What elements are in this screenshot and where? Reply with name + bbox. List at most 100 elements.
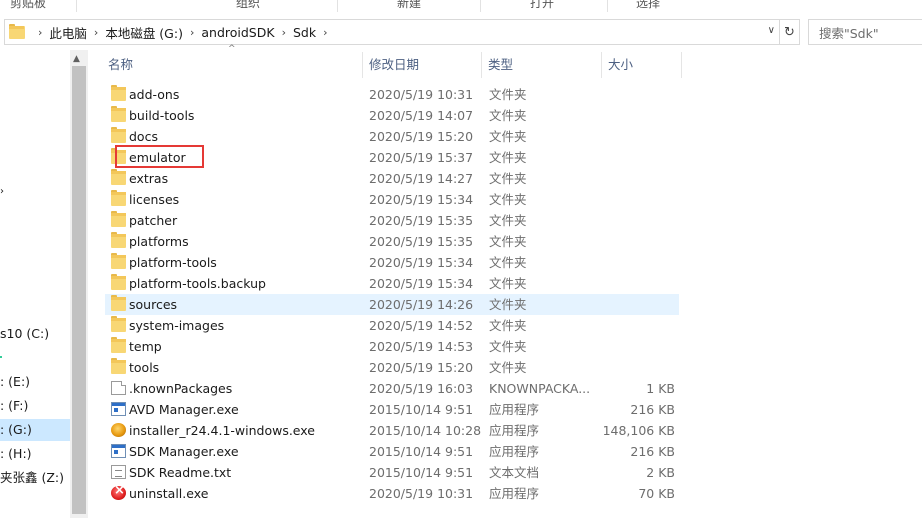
chevron-down-icon[interactable]: ∨: [768, 25, 775, 36]
breadcrumb-drive-g[interactable]: 本地磁盘 (G:): [105, 23, 183, 42]
nav-item-drive-h[interactable]: : (H:): [0, 443, 70, 465]
file-name: installer_r24.4.1-windows.exe: [129, 423, 315, 438]
ribbon-group-new: 新建: [397, 0, 422, 10]
nav-item-drive-c[interactable]: s10 (C:): [0, 323, 70, 345]
breadcrumb-sdk[interactable]: Sdk: [293, 25, 316, 40]
file-row[interactable]: uninstall.exe 2020/5/19 10:31 应用程序 70 KB: [105, 483, 679, 504]
file-type: 文件夹: [489, 171, 527, 186]
column-divider[interactable]: [362, 52, 363, 78]
file-row[interactable]: build-tools 2020/5/19 14:07 文件夹: [105, 105, 679, 126]
file-row[interactable]: tools 2020/5/19 15:20 文件夹: [105, 357, 679, 378]
file-row[interactable]: sources 2020/5/19 14:26 文件夹: [105, 294, 679, 315]
file-size: 70 KB: [638, 486, 675, 501]
file-name: SDK Manager.exe: [129, 444, 239, 459]
file-row[interactable]: docs 2020/5/19 15:20 文件夹: [105, 126, 679, 147]
ribbon-group-labels: 剪贴板 组织 新建 打开 选择: [0, 0, 922, 12]
ribbon-separator: [480, 0, 481, 12]
folder-icon: [111, 211, 126, 227]
nav-scrollbar[interactable]: ▲: [70, 50, 88, 518]
file-row[interactable]: installer_r24.4.1-windows.exe 2015/10/14 …: [105, 420, 679, 441]
folder-icon: [111, 337, 126, 353]
search-input[interactable]: 搜索"Sdk": [808, 19, 922, 45]
file-name: system-images: [129, 318, 225, 333]
chevron-right-icon[interactable]: ›: [323, 26, 327, 39]
file-size: 216 KB: [630, 444, 675, 459]
file-type: 文件夹: [489, 213, 527, 228]
folder-icon: [111, 253, 126, 269]
uninstall-icon: [111, 483, 126, 500]
file-date: 2020/5/19 15:34: [369, 192, 474, 207]
file-row[interactable]: temp 2020/5/19 14:53 文件夹: [105, 336, 679, 357]
column-divider[interactable]: [601, 52, 602, 78]
nav-item-drive-f[interactable]: : (F:): [0, 395, 70, 417]
column-divider[interactable]: [481, 52, 482, 78]
file-row[interactable]: AVD Manager.exe 2015/10/14 9:51 应用程序 216 KB: [105, 399, 679, 420]
folder-icon: [111, 295, 126, 311]
file-name: patcher: [129, 213, 178, 228]
file-type: 文本文档: [489, 465, 540, 480]
highlight-box: [115, 145, 204, 168]
column-header-date[interactable]: 修改日期: [369, 52, 481, 78]
file-row[interactable]: SDK Readme.txt 2015/10/14 9:51 文本文档 2 KB: [105, 462, 679, 483]
file-name: platform-tools.backup: [129, 276, 266, 291]
file-type: 应用程序: [489, 486, 540, 501]
file-row[interactable]: .knownPackages 2020/5/19 16:03 KNOWNPACKA.…: [105, 378, 679, 399]
file-row[interactable]: patcher 2020/5/19 15:35 文件夹: [105, 210, 679, 231]
nav-item-drive-g[interactable]: : (G:): [0, 419, 70, 441]
file-row[interactable]: platform-tools.backup 2020/5/19 15:34 文件夹: [105, 273, 679, 294]
app-icon: [111, 444, 126, 458]
scroll-up-icon[interactable]: ▲: [73, 54, 80, 64]
breadcrumb-androidsdk[interactable]: androidSDK: [201, 25, 274, 40]
file-date: 2020/5/19 14:27: [369, 171, 474, 186]
column-header-type[interactable]: 类型: [488, 52, 600, 78]
column-divider[interactable]: [681, 52, 682, 78]
file-row[interactable]: platform-tools 2020/5/19 15:34 文件夹: [105, 252, 679, 273]
chevron-right-icon[interactable]: ›: [282, 26, 286, 39]
file-row[interactable]: platforms 2020/5/19 15:35 文件夹: [105, 231, 679, 252]
file-row[interactable]: SDK Manager.exe 2015/10/14 9:51 应用程序 216 KB: [105, 441, 679, 462]
ribbon-group-organize: 组织: [236, 0, 261, 10]
file-date: 2015/10/14 9:51: [369, 465, 474, 480]
column-header-name[interactable]: 名称: [108, 52, 360, 78]
file-date: 2020/5/19 15:35: [369, 234, 474, 249]
nav-partial-glyph: ›: [0, 186, 4, 197]
file-date: 2020/5/19 15:37: [369, 150, 474, 165]
nav-item-drive-z[interactable]: 夹张鑫 (Z:): [0, 467, 70, 489]
file-date: 2020/5/19 15:20: [369, 360, 474, 375]
file-date: 2020/5/19 10:31: [369, 87, 474, 102]
file-row[interactable]: system-images 2020/5/19 14:52 文件夹: [105, 315, 679, 336]
nav-item-drive-e[interactable]: : (E:): [0, 371, 70, 393]
file-date: 2020/5/19 14:53: [369, 339, 474, 354]
file-name: licenses: [129, 192, 180, 207]
file-row[interactable]: extras 2020/5/19 14:27 文件夹: [105, 168, 679, 189]
drive-usage-indicator: [0, 356, 2, 358]
file-row[interactable]: add-ons 2020/5/19 10:31 文件夹: [105, 84, 679, 105]
file-row[interactable]: licenses 2020/5/19 15:34 文件夹: [105, 189, 679, 210]
file-date: 2020/5/19 14:26: [369, 297, 474, 312]
breadcrumb-this-pc[interactable]: 此电脑: [49, 23, 87, 42]
refresh-icon: ↻: [784, 24, 795, 40]
folder-icon: [111, 190, 126, 206]
file-type: 文件夹: [489, 297, 527, 312]
column-header-size[interactable]: 大小: [608, 52, 680, 78]
file-name: .knownPackages: [129, 381, 233, 396]
file-type: 文件夹: [489, 276, 527, 291]
chevron-right-icon[interactable]: ›: [190, 26, 194, 39]
address-bar[interactable]: › 此电脑 › 本地磁盘 (G:) › androidSDK › Sdk › ∨: [4, 19, 780, 45]
file-date: 2020/5/19 15:20: [369, 129, 474, 144]
file-name: add-ons: [129, 87, 180, 102]
file-name: sources: [129, 297, 178, 312]
installer-icon: [111, 423, 126, 437]
folder-icon: [111, 169, 126, 185]
chevron-right-icon[interactable]: ›: [94, 26, 98, 39]
file-name: build-tools: [129, 108, 195, 123]
text-file-icon: [111, 465, 126, 479]
file-type: 文件夹: [489, 192, 527, 207]
refresh-button[interactable]: ↻: [780, 19, 800, 45]
file-name: platforms: [129, 234, 189, 249]
file-date: 2020/5/19 16:03: [369, 381, 474, 396]
file-type: 文件夹: [489, 234, 527, 249]
scrollbar-thumb[interactable]: [72, 66, 86, 514]
file-date: 2020/5/19 15:35: [369, 213, 474, 228]
chevron-right-icon[interactable]: ›: [38, 26, 42, 39]
